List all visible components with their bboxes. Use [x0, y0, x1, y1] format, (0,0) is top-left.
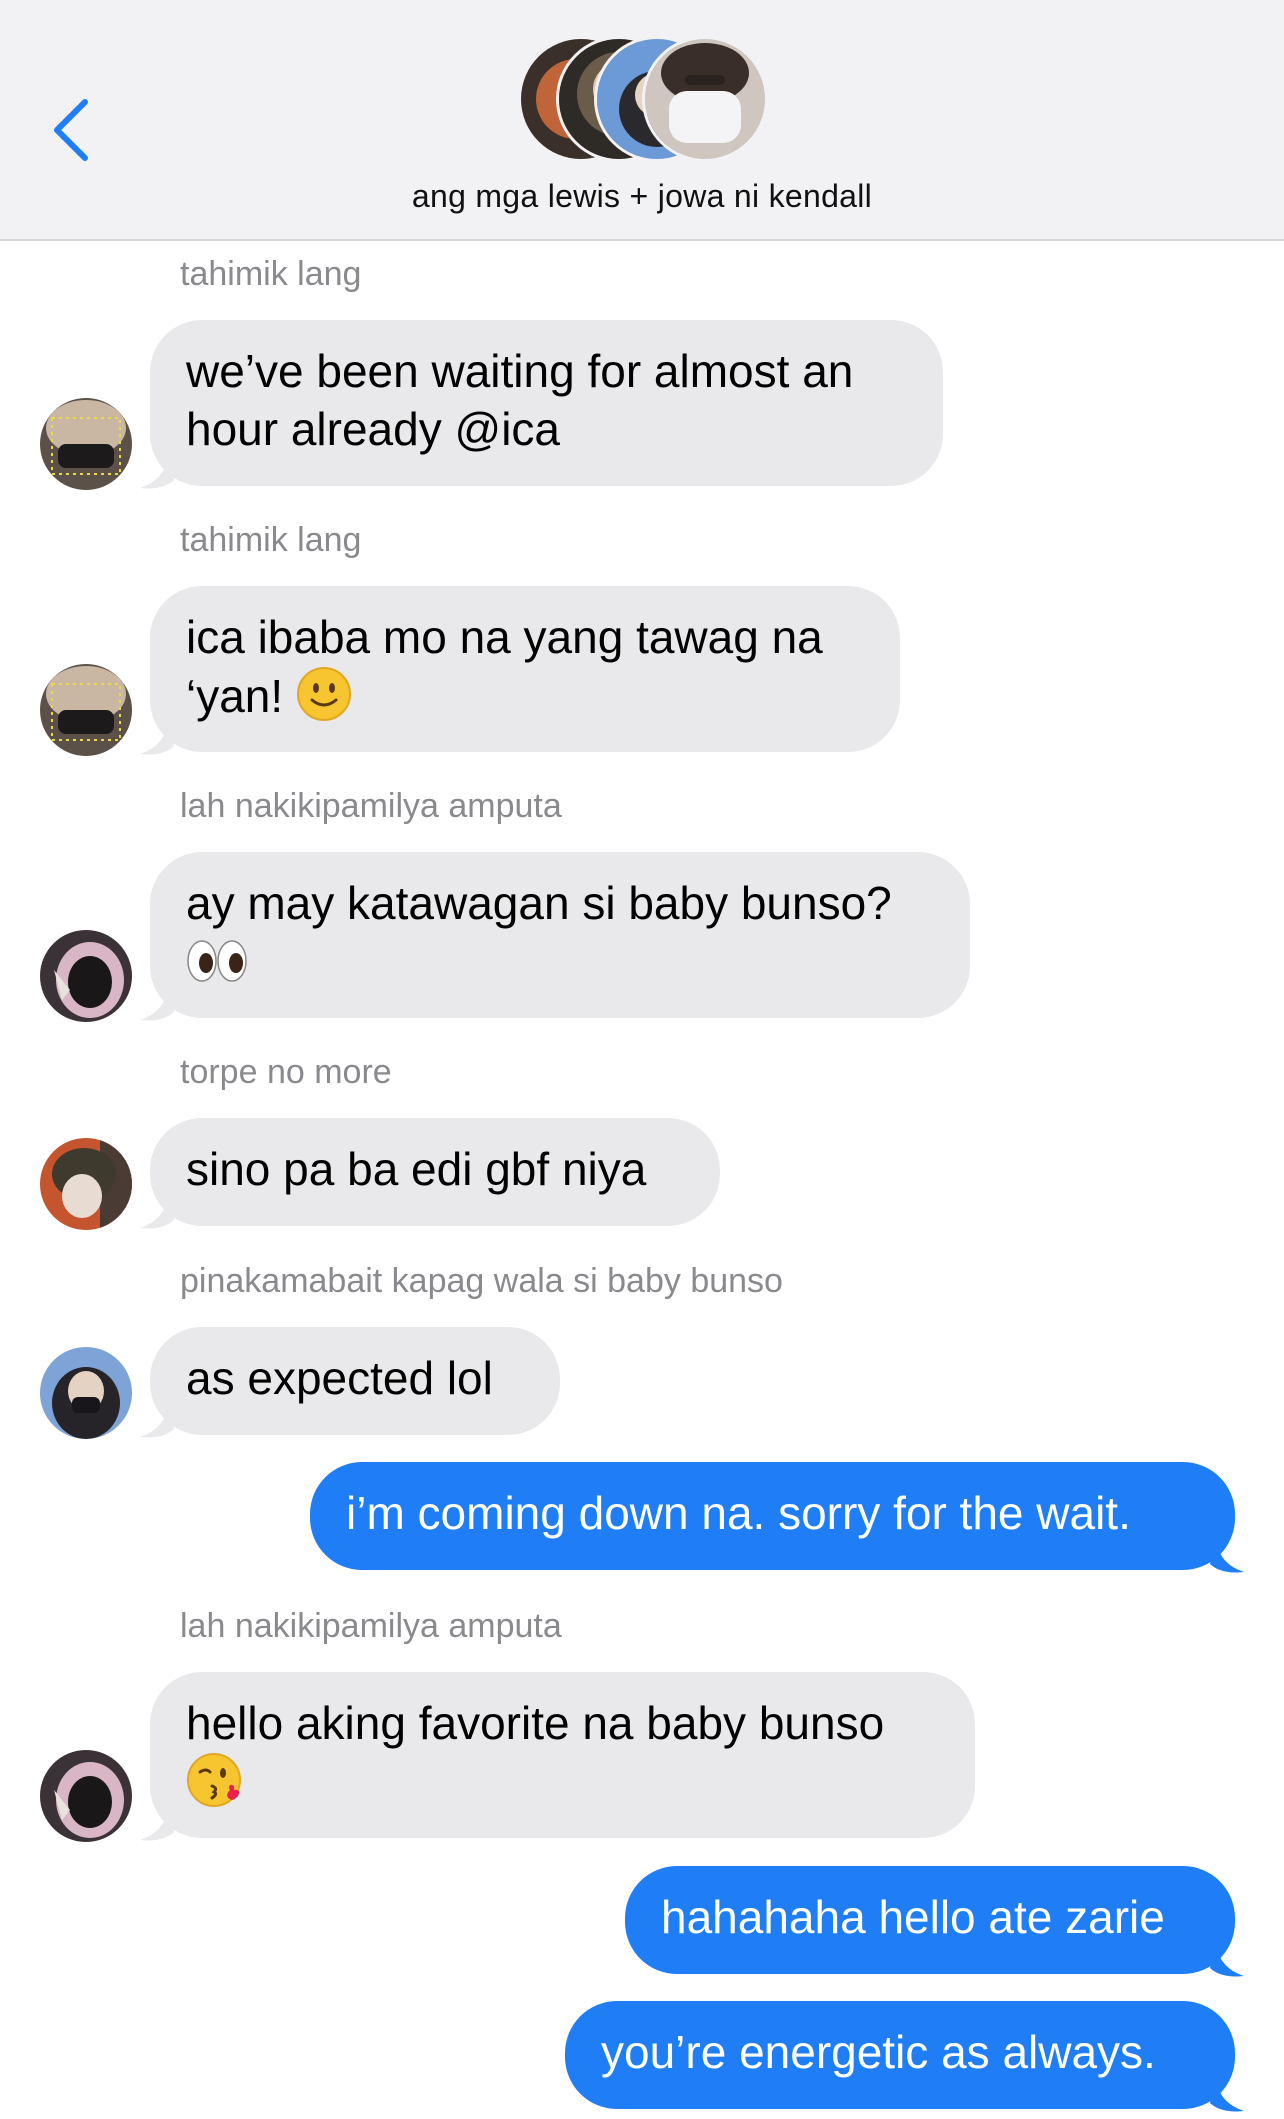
chat-screen: ang mga lewis + jowa ni kendall tahimik … [0, 0, 1284, 2119]
bubble-tail [140, 450, 174, 489]
sender-name: tahimik lang [180, 255, 362, 293]
message-text: you’re energetic as always. [601, 2026, 1156, 2078]
group-avatar-stack[interactable] [518, 36, 768, 162]
message-bubble[interactable]: ay may katawagan si baby bunso? [150, 852, 970, 1018]
message-bubble[interactable]: as expected lol [150, 1327, 560, 1435]
sender-name: torpe no more [180, 1053, 392, 1091]
message-text: ica ibaba mo na yang tawag na ‘yan! [186, 611, 823, 722]
message-bubble[interactable]: we’ve been waiting for almost an hour al… [150, 320, 943, 486]
chevron-left-icon [54, 99, 88, 161]
face-blowing-kiss-icon [187, 1753, 241, 1807]
message-bubble[interactable]: ica ibaba mo na yang tawag na ‘yan! [150, 586, 900, 752]
sender-name: lah nakikipamilya amputa [180, 1607, 562, 1645]
sender-name: pinakamabait kapag wala si baby bunso [180, 1262, 783, 1300]
sender-avatar[interactable] [40, 1750, 132, 1842]
message-bubble[interactable]: i’m coming down na. sorry for the wait. [310, 1462, 1235, 1570]
message-text: hello aking favorite na baby bunso [186, 1697, 885, 1749]
bubble-tail [1210, 1534, 1244, 1573]
bubble-tail [1210, 2073, 1244, 2112]
bubble-tail [1210, 1938, 1244, 1977]
message-bubble[interactable]: you’re energetic as always. [565, 2001, 1235, 2109]
message-text: ay may katawagan si baby bunso? [186, 877, 892, 929]
message-text: i’m coming down na. sorry for the wait. [346, 1487, 1131, 1539]
message-bubble[interactable]: hello aking favorite na baby bunso [150, 1672, 975, 1838]
sender-avatar[interactable] [40, 930, 132, 1022]
slightly-smiling-face-icon [296, 667, 351, 721]
message-bubble[interactable]: hahahaha hello ate zarie [625, 1866, 1235, 1974]
message-text: sino pa ba edi gbf niya [186, 1143, 647, 1195]
eyes-icon [187, 940, 247, 982]
sender-avatar[interactable] [40, 1138, 132, 1230]
conversation-header: ang mga lewis + jowa ni kendall [0, 0, 1284, 241]
sender-name: tahimik lang [180, 521, 362, 559]
sender-name: lah nakikipamilya amputa [180, 787, 562, 825]
bubble-tail [140, 1190, 174, 1229]
back-button[interactable] [36, 90, 106, 170]
bubble-tail [140, 1802, 174, 1841]
group-name[interactable]: ang mga lewis + jowa ni kendall [0, 178, 1284, 215]
bubble-tail [140, 982, 174, 1021]
message-bubble[interactable]: sino pa ba edi gbf niya [150, 1118, 720, 1226]
sender-avatar[interactable] [40, 664, 132, 756]
group-member-avatar [642, 36, 768, 162]
message-text: we’ve been waiting for almost an hour al… [186, 345, 854, 455]
sender-avatar[interactable] [40, 398, 132, 490]
message-text: as expected lol [186, 1352, 493, 1404]
bubble-tail [140, 716, 174, 755]
sender-avatar[interactable] [40, 1347, 132, 1439]
bubble-tail [140, 1399, 174, 1438]
message-text: hahahaha hello ate zarie [661, 1891, 1165, 1943]
